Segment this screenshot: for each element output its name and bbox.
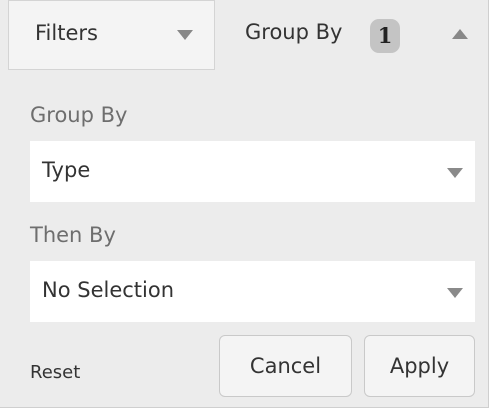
- tab-group-by[interactable]: Group By 1: [215, 0, 488, 72]
- chevron-down-icon: [177, 30, 193, 40]
- tab-filters[interactable]: Filters: [8, 0, 215, 70]
- tab-filters-label: Filters: [35, 21, 98, 45]
- chevron-up-icon[interactable]: [452, 29, 468, 39]
- dropdown-caret-icon: [447, 168, 463, 178]
- group-by-count-badge: 1: [370, 19, 400, 53]
- tab-strip: Filters Group By 1: [0, 0, 488, 72]
- reset-link[interactable]: Reset: [30, 362, 80, 383]
- then-by-select[interactable]: No Selection: [30, 261, 475, 322]
- group-by-selected-value: Type: [42, 158, 91, 182]
- group-by-select[interactable]: Type: [30, 141, 475, 202]
- then-by-section-label: Then By: [30, 223, 116, 247]
- apply-button[interactable]: Apply: [364, 335, 475, 397]
- tab-group-by-label: Group By: [245, 20, 343, 44]
- group-by-section-label: Group By: [30, 103, 128, 127]
- cancel-button[interactable]: Cancel: [219, 335, 352, 397]
- dropdown-caret-icon: [447, 288, 463, 298]
- group-by-panel: Nightly: Filters Group By 1 Group By Typ…: [0, 0, 489, 408]
- then-by-selected-value: No Selection: [42, 278, 175, 302]
